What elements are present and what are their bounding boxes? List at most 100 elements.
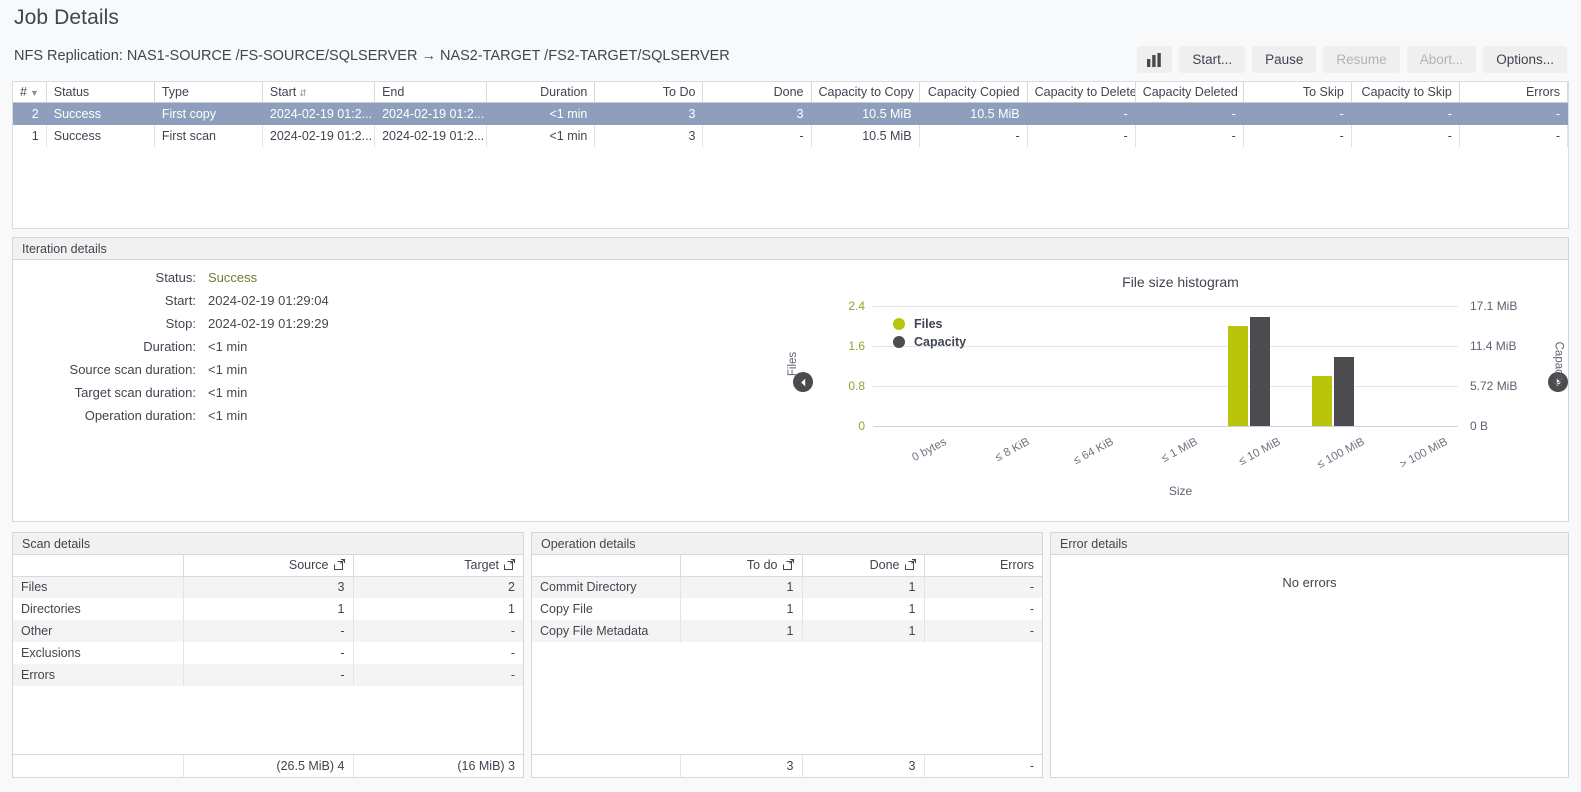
start-button[interactable]: Start... bbox=[1179, 46, 1246, 73]
cell-source: - bbox=[183, 642, 354, 664]
col-header-target[interactable]: Target bbox=[353, 555, 523, 577]
scan-details-panel: Scan details Source Target Files 3 2 Dir… bbox=[12, 532, 524, 778]
field-value: <1 min bbox=[208, 339, 248, 354]
chart-bar-files bbox=[1311, 376, 1332, 426]
legend-item-files: Files bbox=[893, 316, 966, 332]
col-header-start[interactable]: Start ⇵ bbox=[262, 82, 376, 103]
iterations-grid[interactable]: # ▼ Status Type Start ⇵ End Duration To Do… bbox=[12, 81, 1569, 229]
pause-button[interactable]: Pause bbox=[1252, 46, 1317, 73]
field-stop: Stop: 2024-02-19 01:29:29 bbox=[13, 316, 443, 339]
row-label: Copy File bbox=[532, 598, 681, 620]
cell-start: 2024-02-19 01:2... bbox=[262, 102, 376, 125]
bar-chart-icon-button[interactable] bbox=[1137, 46, 1173, 73]
operation-details-footer: 3 3 - bbox=[532, 754, 1042, 777]
col-header-duration[interactable]: Duration bbox=[486, 82, 596, 103]
field-value: Success bbox=[208, 270, 258, 285]
col-header-status[interactable]: Status bbox=[46, 82, 155, 103]
cell-index: 2 bbox=[13, 102, 47, 125]
col-header-done[interactable]: Done bbox=[702, 82, 812, 103]
table-row: Copy File Metadata 1 1 - bbox=[532, 620, 1042, 642]
col-header-blank bbox=[532, 555, 681, 577]
table-row: Other - - bbox=[13, 620, 523, 642]
table-row[interactable]: 2 Success First copy 2024-02-19 01:2... … bbox=[13, 102, 1569, 125]
col-header-errors[interactable]: Errors bbox=[1459, 82, 1569, 103]
chart-title: File size histogram bbox=[1122, 274, 1239, 290]
col-header-capacity-to-skip[interactable]: Capacity to Skip bbox=[1351, 82, 1460, 103]
cell-status: Success bbox=[46, 102, 155, 125]
col-header-capacity-deleted[interactable]: Capacity Deleted bbox=[1135, 82, 1244, 103]
cell-source: 3 bbox=[183, 576, 354, 598]
cell-index: 1 bbox=[13, 124, 47, 147]
chart-legend: Files Capacity bbox=[893, 316, 966, 352]
chart-xtick-label: ≤ 100 MiB bbox=[1314, 436, 1367, 471]
table-row[interactable]: 1 Success First scan 2024-02-19 01:2... … bbox=[13, 124, 1569, 147]
col-header-source[interactable]: Source bbox=[183, 555, 354, 577]
chart-ytick-label: 0.8 bbox=[848, 379, 865, 393]
col-header-capacity-to-copy[interactable]: Capacity to Copy bbox=[811, 82, 920, 103]
field-label: Operation duration: bbox=[84, 408, 196, 423]
cell-to-do: 1 bbox=[680, 598, 803, 620]
cell-errors: - bbox=[1459, 124, 1569, 147]
scan-details-footer: (26.5 MiB) 4 (16 MiB) 3 bbox=[13, 754, 523, 777]
footer-target-total: (16 MiB) 3 bbox=[457, 759, 515, 773]
chart-xtick-label: ≤ 64 KiB bbox=[1071, 436, 1116, 467]
row-label: Other bbox=[13, 620, 184, 642]
legend-label: Capacity bbox=[914, 335, 967, 349]
cell-done: 1 bbox=[802, 620, 925, 642]
chart-xtick-label: ≤ 8 KiB bbox=[993, 436, 1032, 464]
table-row: Exclusions - - bbox=[13, 642, 523, 664]
chart-bar-files bbox=[1228, 326, 1249, 426]
cell-duration: <1 min bbox=[486, 124, 596, 147]
cell-errors: - bbox=[1029, 602, 1034, 616]
cell-end: 2024-02-19 01:2... bbox=[374, 124, 488, 147]
col-header-end[interactable]: End bbox=[374, 82, 488, 103]
job-details-page: Job Details NFS Replication: NAS1-SOURCE… bbox=[0, 0, 1581, 792]
chart-y2tick-label: 17.1 MiB bbox=[1470, 299, 1518, 313]
row-label: Exclusions bbox=[13, 642, 184, 664]
cell-to-do: 3 bbox=[594, 124, 704, 147]
field-label: Status: bbox=[155, 270, 196, 285]
cell-target: - bbox=[353, 620, 523, 642]
col-label: Done bbox=[869, 558, 900, 573]
cell-done: - bbox=[702, 124, 812, 147]
cell-capacity-deleted: - bbox=[1135, 124, 1244, 147]
cell-capacity-copied: 10.5 MiB bbox=[919, 102, 1028, 125]
col-header-errors[interactable]: Errors bbox=[924, 555, 1042, 577]
col-header-done[interactable]: Done bbox=[802, 555, 925, 577]
col-header-to-skip[interactable]: To Skip bbox=[1243, 82, 1352, 103]
col-header-capacity-to-delete[interactable]: Capacity to Delete bbox=[1027, 82, 1136, 103]
cell-target: 1 bbox=[508, 602, 515, 616]
chart-y2tick-label: 11.4 MiB bbox=[1470, 339, 1517, 353]
cell-duration: <1 min bbox=[486, 102, 596, 125]
table-row: Errors - - bbox=[13, 664, 523, 686]
col-header-blank bbox=[13, 555, 184, 577]
field-start: Start: 2024-02-19 01:29:04 bbox=[13, 293, 443, 316]
field-value: 2024-02-19 01:29:29 bbox=[208, 316, 329, 331]
footer-todo-total: 3 bbox=[680, 755, 803, 777]
col-header-index[interactable]: # ▼ bbox=[13, 82, 47, 103]
abort-button[interactable]: Abort... bbox=[1406, 46, 1477, 73]
chart-bar-capacity bbox=[1250, 317, 1271, 426]
cell-to-skip: - bbox=[1243, 124, 1352, 147]
field-source-scan-duration: Source scan duration: <1 min bbox=[13, 362, 443, 385]
col-header-to-do[interactable]: To do bbox=[680, 555, 803, 577]
resume-button[interactable]: Resume bbox=[1323, 46, 1400, 73]
legend-color-swatch bbox=[893, 336, 905, 348]
chart-y2label: Capacity bbox=[1552, 341, 1565, 387]
options-button[interactable]: Options... bbox=[1483, 46, 1567, 73]
page-title: Job Details bbox=[14, 6, 119, 29]
row-label: Commit Directory bbox=[532, 576, 681, 598]
scan-details-table: Source Target Files 3 2 Directories 1 1 … bbox=[13, 555, 523, 686]
col-header-type[interactable]: Type bbox=[154, 82, 263, 103]
external-link-icon bbox=[504, 559, 515, 571]
panel-title: Scan details bbox=[13, 533, 523, 555]
field-value: <1 min bbox=[208, 385, 248, 400]
operation-details-panel: Operation details To do Done Errors Comm… bbox=[531, 532, 1043, 778]
action-toolbar: Start... Pause Resume Abort... Options..… bbox=[1137, 46, 1567, 73]
chart-xtick-label: > 100 MiB bbox=[1398, 436, 1450, 472]
external-link-icon bbox=[782, 559, 794, 571]
job-path-subtitle: NFS Replication: NAS1-SOURCE /FS-SOURCE/… bbox=[14, 48, 730, 64]
col-header-capacity-copied[interactable]: Capacity Copied bbox=[919, 82, 1028, 103]
col-header-to-do[interactable]: To Do bbox=[594, 82, 704, 103]
cell-target: - bbox=[353, 664, 523, 686]
